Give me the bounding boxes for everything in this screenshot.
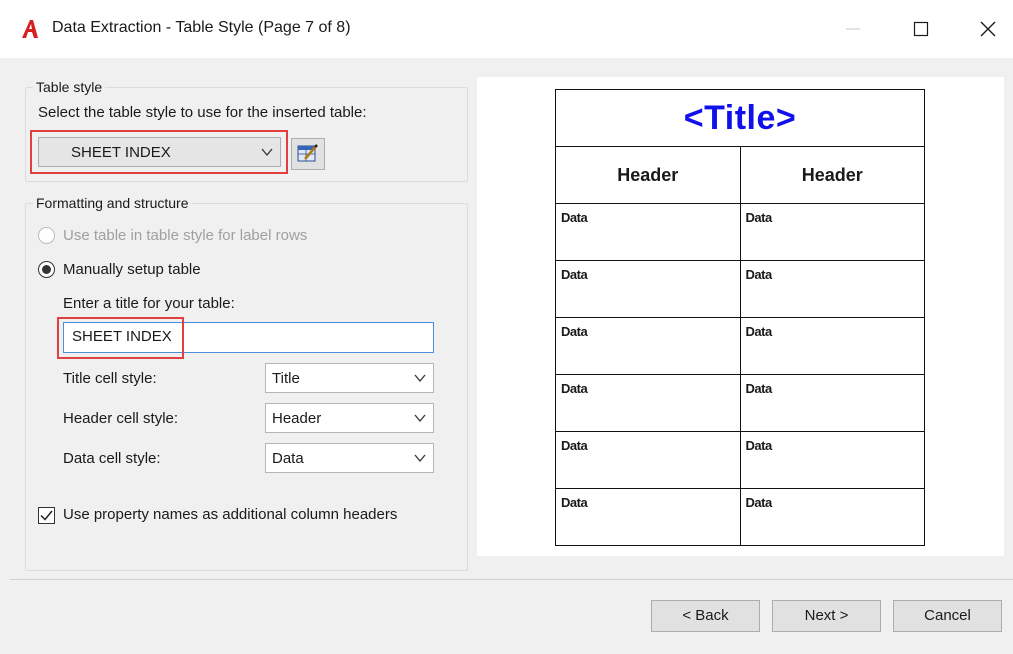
- preview-data-cell: Data: [555, 374, 741, 432]
- preview-data-row: Data Data: [555, 260, 925, 318]
- preview-data-cell: Data: [555, 317, 741, 375]
- preview-data-cell: Data: [555, 488, 741, 546]
- preview-header-cell: Header: [555, 146, 741, 204]
- highlight-box-title: [57, 317, 184, 359]
- chevron-down-icon: [414, 414, 426, 423]
- table-preview-panel: <Title> Header Header Data Data Data Dat…: [477, 77, 1004, 556]
- preview-data-cell: Data: [739, 431, 925, 489]
- formatting-legend: Formatting and structure: [33, 195, 192, 211]
- preview-header-cell: Header: [739, 146, 925, 204]
- maximize-icon: [913, 21, 929, 37]
- window-title: Data Extraction - Table Style (Page 7 of…: [52, 19, 351, 36]
- use-table-style-label: Use table in table style for label rows: [63, 227, 308, 244]
- header-cell-style-value: Header: [272, 410, 322, 427]
- use-table-style-radio[interactable]: [38, 227, 55, 244]
- chevron-down-icon: [414, 374, 426, 383]
- preview-data-row: Data Data: [555, 431, 925, 489]
- cancel-button[interactable]: Cancel: [893, 600, 1002, 632]
- preview-data-row: Data Data: [555, 488, 925, 546]
- table-style-edit-icon: [297, 144, 318, 162]
- maximize-button[interactable]: [898, 10, 944, 48]
- checkmark-icon: [40, 510, 53, 521]
- preview-data-row: Data Data: [555, 203, 925, 261]
- table-style-dialog-button[interactable]: [291, 138, 325, 170]
- manual-setup-radio[interactable]: [38, 261, 55, 278]
- preview-data-cell: Data: [739, 488, 925, 546]
- preview-data-cell: Data: [739, 317, 925, 375]
- minimize-icon: [846, 28, 860, 30]
- title-cell-style-value: Title: [272, 370, 300, 387]
- autocad-icon: [22, 20, 38, 38]
- preview-data-cell: Data: [555, 260, 741, 318]
- title-prompt: Enter a title for your table:: [63, 295, 235, 312]
- next-button[interactable]: Next >: [772, 600, 881, 632]
- highlight-box-style: [30, 130, 288, 174]
- data-cell-style-value: Data: [272, 450, 304, 467]
- minimize-button[interactable]: [830, 10, 876, 48]
- preview-data-cell: Data: [739, 374, 925, 432]
- footer-separator: [10, 579, 1013, 580]
- close-icon: [980, 21, 996, 37]
- close-button[interactable]: [965, 10, 1011, 48]
- preview-data-cell: Data: [739, 203, 925, 261]
- preview-data-cell: Data: [555, 203, 741, 261]
- preview-data-cell: Data: [739, 260, 925, 318]
- table-style-legend: Table style: [33, 79, 106, 95]
- data-cell-style-dropdown[interactable]: Data: [265, 443, 434, 473]
- use-property-names-checkbox[interactable]: [38, 507, 55, 524]
- title-cell-style-label: Title cell style:: [63, 370, 157, 387]
- back-button[interactable]: < Back: [651, 600, 760, 632]
- table-style-prompt: Select the table style to use for the in…: [38, 104, 367, 121]
- header-cell-style-label: Header cell style:: [63, 410, 179, 427]
- title-cell-style-dropdown[interactable]: Title: [265, 363, 434, 393]
- use-property-names-label: Use property names as additional column …: [63, 506, 398, 523]
- preview-title-cell: <Title>: [555, 89, 925, 147]
- header-cell-style-dropdown[interactable]: Header: [265, 403, 434, 433]
- preview-data-cell: Data: [555, 431, 741, 489]
- manual-setup-label: Manually setup table: [63, 261, 201, 278]
- preview-data-row: Data Data: [555, 317, 925, 375]
- chevron-down-icon: [414, 454, 426, 463]
- preview-data-row: Data Data: [555, 374, 925, 432]
- data-cell-style-label: Data cell style:: [63, 450, 161, 467]
- title-bar: Data Extraction - Table Style (Page 7 of…: [0, 0, 1013, 58]
- preview-table: <Title> Header Header Data Data Data Dat…: [555, 89, 925, 546]
